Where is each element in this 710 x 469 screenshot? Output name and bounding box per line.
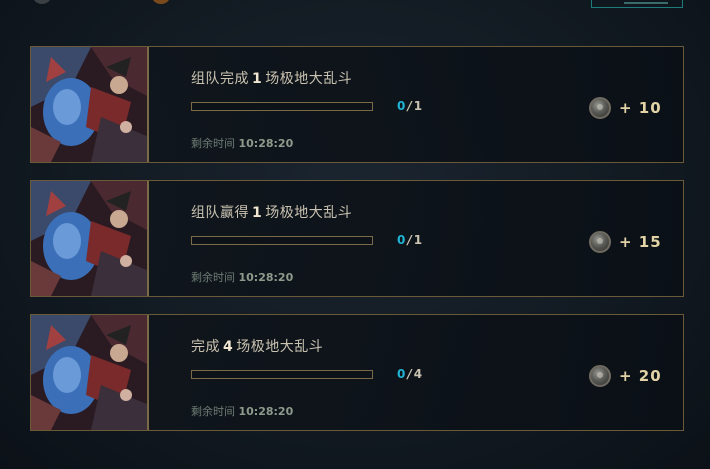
top-button[interactable]	[591, 0, 683, 8]
time-remaining-value: 10:28:20	[238, 137, 294, 150]
mission-thumbnail	[31, 315, 149, 430]
progress-count: 0/1	[397, 233, 422, 247]
reward-amount: + 20	[619, 367, 662, 385]
mission-title: 组队赢得 1 场极地大乱斗	[191, 202, 352, 222]
progress-total: 4	[413, 367, 423, 381]
mission-card[interactable]: 组队赢得 1 场极地大乱斗 0/1 剩余时间 10:28:20 + 15	[30, 180, 684, 297]
progress-count: 0/1	[397, 99, 422, 113]
reward: + 15	[589, 229, 662, 255]
mission-title: 完成 4 场极地大乱斗	[191, 336, 323, 356]
progress-bar	[191, 236, 373, 245]
mission-title-suffix: 场极地大乱斗	[265, 205, 353, 221]
progress-separator: /	[407, 233, 412, 247]
time-remaining: 剩余时间 10:28:20	[191, 269, 293, 285]
mission-title-count: 4	[223, 339, 234, 355]
coin-icon	[589, 231, 611, 253]
progress-separator: /	[407, 99, 412, 113]
progress-total: 1	[413, 99, 423, 113]
progress-current: 0	[397, 367, 406, 381]
progress-current: 0	[397, 233, 406, 247]
reward: + 20	[589, 363, 662, 389]
mission-title-count: 1	[252, 71, 263, 87]
top-orange-coin-icon	[151, 0, 171, 4]
mission-title-suffix: 场极地大乱斗	[236, 339, 324, 355]
time-remaining-label: 剩余时间	[191, 271, 235, 284]
mission-title-prefix: 组队完成	[191, 71, 249, 87]
progress-bar	[191, 102, 373, 111]
mission-title: 组队完成 1 场极地大乱斗	[191, 68, 352, 88]
progress-count: 0/4	[397, 367, 422, 381]
time-remaining-value: 10:28:20	[238, 405, 294, 418]
time-remaining: 剩余时间 10:28:20	[191, 135, 293, 151]
progress-bar	[191, 370, 373, 379]
time-remaining-label: 剩余时间	[191, 137, 235, 150]
coin-icon	[589, 97, 611, 119]
progress-current: 0	[397, 99, 406, 113]
mission-title-count: 1	[252, 205, 263, 221]
mission-thumbnail	[31, 181, 149, 296]
mission-title-suffix: 场极地大乱斗	[265, 71, 353, 87]
time-remaining-value: 10:28:20	[238, 271, 294, 284]
reward: + 10	[589, 95, 662, 121]
time-remaining-label: 剩余时间	[191, 405, 235, 418]
mission-thumbnail	[31, 47, 149, 162]
reward-amount: + 10	[619, 99, 662, 117]
mission-title-prefix: 完成	[191, 339, 220, 355]
progress-total: 1	[413, 233, 423, 247]
mission-card[interactable]: 完成 4 场极地大乱斗 0/4 剩余时间 10:28:20 + 20	[30, 314, 684, 431]
mission-card[interactable]: 组队完成 1 场极地大乱斗 0/1 剩余时间 10:28:20 + 10	[30, 46, 684, 163]
reward-amount: + 15	[619, 233, 662, 251]
mission-title-prefix: 组队赢得	[191, 205, 249, 221]
progress-separator: /	[407, 367, 412, 381]
coin-icon	[589, 365, 611, 387]
time-remaining: 剩余时间 10:28:20	[191, 403, 293, 419]
top-coin-icon	[32, 0, 52, 4]
